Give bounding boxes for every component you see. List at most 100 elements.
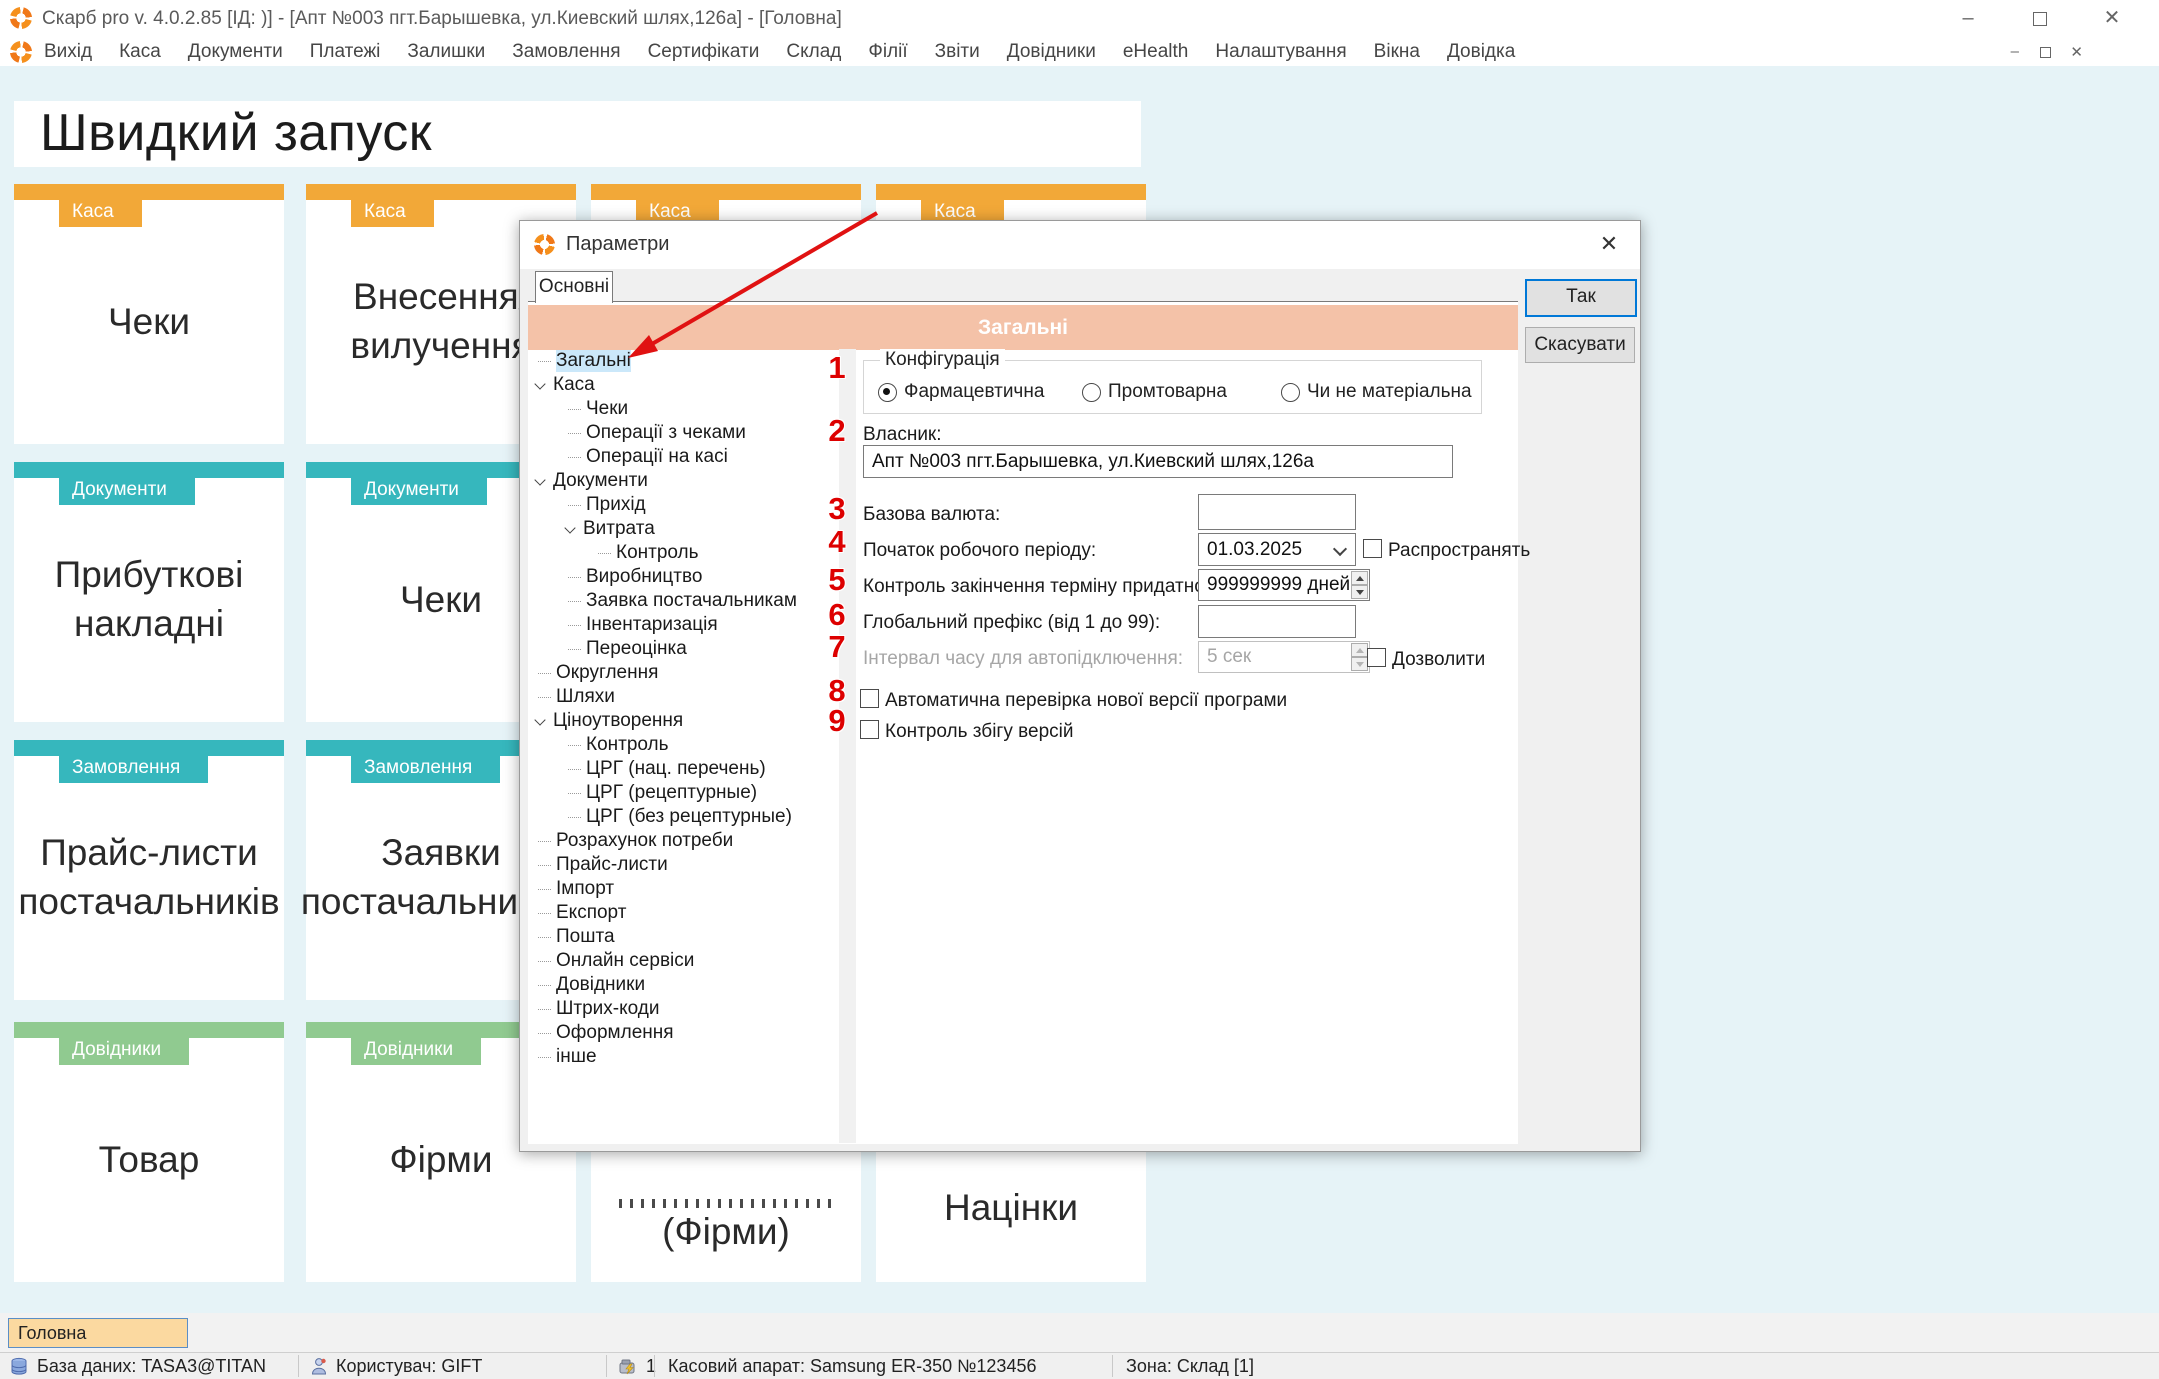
- menu-item-6[interactable]: Сертифікати: [648, 41, 760, 63]
- global-prefix-input[interactable]: [1198, 605, 1356, 638]
- radio-icon: [878, 383, 897, 402]
- quick-launch-tile[interactable]: КасаЧеки: [14, 184, 284, 444]
- tree-connector: [568, 505, 581, 506]
- radio-nonmaterial[interactable]: Чи не матеріальна: [1281, 381, 1472, 403]
- tree-item-label: Інвентаризація: [586, 614, 718, 636]
- tree-item-22[interactable]: Імпорт: [528, 877, 836, 901]
- owner-input[interactable]: Апт №003 пгт.Барышевка, ул.Киевский шлях…: [863, 445, 1453, 478]
- cancel-button[interactable]: Скасувати: [1525, 327, 1635, 363]
- tree-item-24[interactable]: Пошта: [528, 925, 836, 949]
- tab-holovna[interactable]: Головна: [8, 1318, 188, 1348]
- menu-item-8[interactable]: Філії: [868, 41, 907, 63]
- tree-item-13[interactable]: Округлення: [528, 661, 836, 685]
- restore-icon[interactable]: [2017, 4, 2063, 32]
- tree-item-2[interactable]: Чеки: [528, 397, 836, 421]
- menu-item-5[interactable]: Замовлення: [512, 41, 620, 63]
- expiry-spinner[interactable]: 999999999 дней: [1198, 569, 1370, 601]
- tree-connector: [538, 961, 551, 962]
- tree-item-19[interactable]: ЦРГ (без рецептурные): [528, 805, 836, 829]
- menu-item-10[interactable]: Довідники: [1007, 41, 1096, 63]
- minimize-icon[interactable]: –: [1945, 4, 1991, 32]
- work-period-value: 01.03.2025: [1207, 539, 1302, 561]
- allow-checkbox[interactable]: [1367, 648, 1386, 667]
- tree-item-27[interactable]: Штрих-коди: [528, 997, 836, 1021]
- menu-item-9[interactable]: Звіти: [935, 41, 980, 63]
- annotation-number-6: 6: [828, 597, 845, 633]
- menu-item-4[interactable]: Залишки: [407, 41, 485, 63]
- menu-item-14[interactable]: Довідка: [1447, 41, 1515, 63]
- menu-item-3[interactable]: Платежі: [310, 41, 381, 63]
- tree-item-9[interactable]: Виробництво: [528, 565, 836, 589]
- tree-item-17[interactable]: ЦРГ (нац. перечень): [528, 757, 836, 781]
- tree-connector: [538, 985, 551, 986]
- quick-launch-tile[interactable]: ЗамовленняПрайс-листи постачальників: [14, 740, 284, 1000]
- tree-item-7[interactable]: Витрата: [528, 517, 836, 541]
- quick-launch-tile[interactable]: ДовідникиТовар: [14, 1022, 284, 1282]
- menu-item-13[interactable]: Вікна: [1374, 41, 1420, 63]
- tree-item-4[interactable]: Операції на касі: [528, 445, 836, 469]
- tree-item-6[interactable]: Прихід: [528, 493, 836, 517]
- tree-item-8[interactable]: Контроль: [528, 541, 836, 565]
- tree-connector: [538, 673, 551, 674]
- database-icon: [10, 1357, 29, 1376]
- menu-item-0[interactable]: Вихід: [44, 41, 92, 63]
- owner-label: Власник:: [863, 424, 942, 446]
- base-currency-label: Базова валюта:: [863, 504, 1000, 526]
- autocheck-checkbox[interactable]: [860, 689, 879, 708]
- spread-checkbox[interactable]: [1363, 539, 1382, 558]
- tree-item-12[interactable]: Переоцінка: [528, 637, 836, 661]
- tree-item-1[interactable]: Каса: [528, 373, 836, 397]
- close-icon[interactable]: ✕: [2089, 4, 2135, 32]
- base-currency-input[interactable]: [1198, 494, 1356, 530]
- tree-item-18[interactable]: ЦРГ (рецептурные): [528, 781, 836, 805]
- radio-pharmaceutical[interactable]: Фармацевтична: [878, 381, 1044, 403]
- tree-expander-icon[interactable]: [534, 714, 545, 725]
- tree-item-14[interactable]: Шляхи: [528, 685, 836, 709]
- status-database: База даних: TASA3@TITAN: [10, 1356, 266, 1377]
- tree-item-11[interactable]: Інвентаризація: [528, 613, 836, 637]
- work-period-combobox[interactable]: 01.03.2025: [1198, 533, 1356, 566]
- tree-item-5[interactable]: Документи: [528, 469, 836, 493]
- quick-launch-tile[interactable]: ДокументиПрибуткові накладні: [14, 462, 284, 722]
- tree-expander-icon[interactable]: [564, 522, 575, 533]
- version-control-checkbox[interactable]: [860, 720, 879, 739]
- radio-promtovarna[interactable]: Промтоварна: [1082, 381, 1227, 403]
- tree-connector: [538, 697, 551, 698]
- tree-scrollbar[interactable]: [839, 349, 856, 1143]
- tree-item-label: Розрахунок потреби: [556, 830, 733, 852]
- tree-item-21[interactable]: Прайс-листи: [528, 853, 836, 877]
- tree-expander-icon[interactable]: [534, 378, 545, 389]
- tree-item-26[interactable]: Довідники: [528, 973, 836, 997]
- tree-item-label: Довідники: [556, 974, 645, 996]
- ok-button[interactable]: Так: [1525, 279, 1637, 317]
- status-user: Користувач: GIFT: [310, 1356, 482, 1377]
- menu-item-1[interactable]: Каса: [119, 41, 161, 63]
- tree-connector: [598, 553, 611, 554]
- tree-item-0[interactable]: Загальні: [528, 349, 836, 373]
- menu-item-12[interactable]: Налаштування: [1215, 41, 1346, 63]
- dialog-titlebar[interactable]: Параметри ✕: [520, 221, 1640, 269]
- menu-item-2[interactable]: Документи: [188, 41, 283, 63]
- tree-item-25[interactable]: Онлайн сервіси: [528, 949, 836, 973]
- status-register: Касовий апарат: Samsung ER-350 №123456: [668, 1356, 1036, 1377]
- tree-connector: [538, 1057, 551, 1058]
- dialog-close-icon[interactable]: ✕: [1594, 231, 1624, 257]
- tree-item-20[interactable]: Розрахунок потреби: [528, 829, 836, 853]
- mdi-close-icon[interactable]: ✕: [2070, 43, 2083, 61]
- tree-item-16[interactable]: Контроль: [528, 733, 836, 757]
- tree-item-29[interactable]: інше: [528, 1045, 836, 1069]
- menu-item-7[interactable]: Склад: [786, 41, 841, 63]
- mdi-restore-icon[interactable]: [2040, 43, 2051, 60]
- tree-item-10[interactable]: Заявка постачальникам: [528, 589, 836, 613]
- tree-item-15[interactable]: Ціноутворення: [528, 709, 836, 733]
- tree-item-23[interactable]: Експорт: [528, 901, 836, 925]
- tree-expander-icon[interactable]: [534, 474, 545, 485]
- tree-item-3[interactable]: Операції з чеками: [528, 421, 836, 445]
- menu-item-11[interactable]: eHealth: [1123, 41, 1189, 63]
- tree-item-28[interactable]: Оформлення: [528, 1021, 836, 1045]
- tab-osnovni[interactable]: Основні: [535, 271, 613, 303]
- chevron-down-icon[interactable]: [1333, 542, 1347, 556]
- spinner-up-icon[interactable]: [1351, 571, 1368, 585]
- mdi-minimize-icon[interactable]: –: [2011, 43, 2019, 60]
- spinner-down-icon[interactable]: [1351, 585, 1368, 599]
